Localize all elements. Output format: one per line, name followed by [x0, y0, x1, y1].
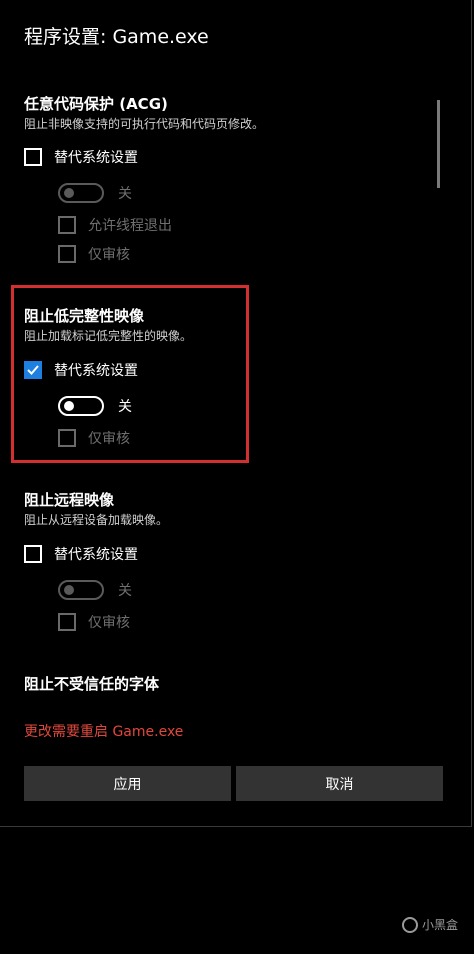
acg-override-checkbox[interactable] [24, 148, 42, 166]
program-settings-dialog: 程序设置: Game.exe 任意代码保护 (ACG) 阻止非映像支持的可执行代… [0, 0, 472, 827]
acg-override-label: 替代系统设置 [54, 150, 138, 166]
acg-audit-label: 仅审核 [88, 247, 130, 263]
section-untrusted-fonts-title: 阻止不受信任的字体 [24, 675, 160, 693]
remote-toggle-label: 关 [118, 583, 132, 599]
toggle-knob [64, 585, 74, 595]
acg-audit-row: 仅审核 [58, 244, 130, 264]
dialog-title: 程序设置: Game.exe [24, 26, 209, 48]
toggle-knob [64, 188, 74, 198]
remote-override-label: 替代系统设置 [54, 547, 138, 563]
section-acg-description: 阻止非映像支持的可执行代码和代码页修改。 [24, 117, 265, 131]
acg-toggle-switch [58, 183, 104, 203]
remote-toggle-row: 关 [58, 580, 132, 600]
section-untrusted-fonts: 阻止不受信任的字体 [24, 674, 159, 694]
remote-toggle-switch [58, 580, 104, 600]
red-highlight-box [11, 285, 249, 463]
remote-audit-checkbox [58, 613, 76, 631]
cancel-button[interactable]: 取消 [236, 766, 443, 801]
section-remote-images-description: 阻止从远程设备加载映像。 [24, 513, 169, 527]
remote-override-row[interactable]: 替代系统设置 [24, 544, 138, 564]
acg-audit-checkbox [58, 245, 76, 263]
remote-audit-row: 仅审核 [58, 612, 130, 632]
acg-allow-thread-label: 允许线程退出 [88, 218, 172, 234]
acg-toggle-row: 关 [58, 183, 132, 203]
remote-audit-label: 仅审核 [88, 615, 130, 631]
watermark: 小黑盒 [402, 916, 458, 933]
watermark-logo-icon [402, 916, 418, 933]
section-acg-title: 任意代码保护 (ACG) [24, 95, 168, 113]
acg-allow-thread-checkbox [58, 216, 76, 234]
acg-toggle-label: 关 [118, 186, 132, 202]
acg-allow-thread-row: 允许线程退出 [58, 215, 172, 235]
section-remote-images: 阻止远程映像 阻止从远程设备加载映像。 [24, 490, 168, 529]
section-remote-images-title: 阻止远程映像 [24, 491, 115, 509]
section-acg: 任意代码保护 (ACG) 阻止非映像支持的可执行代码和代码页修改。 [24, 94, 264, 133]
remote-override-checkbox[interactable] [24, 545, 42, 563]
scrollbar-thumb[interactable] [437, 100, 440, 188]
apply-button[interactable]: 应用 [24, 766, 231, 801]
watermark-text: 小黑盒 [422, 918, 459, 932]
acg-override-row[interactable]: 替代系统设置 [24, 147, 138, 167]
restart-warning: 更改需要重启 Game.exe [24, 724, 184, 740]
